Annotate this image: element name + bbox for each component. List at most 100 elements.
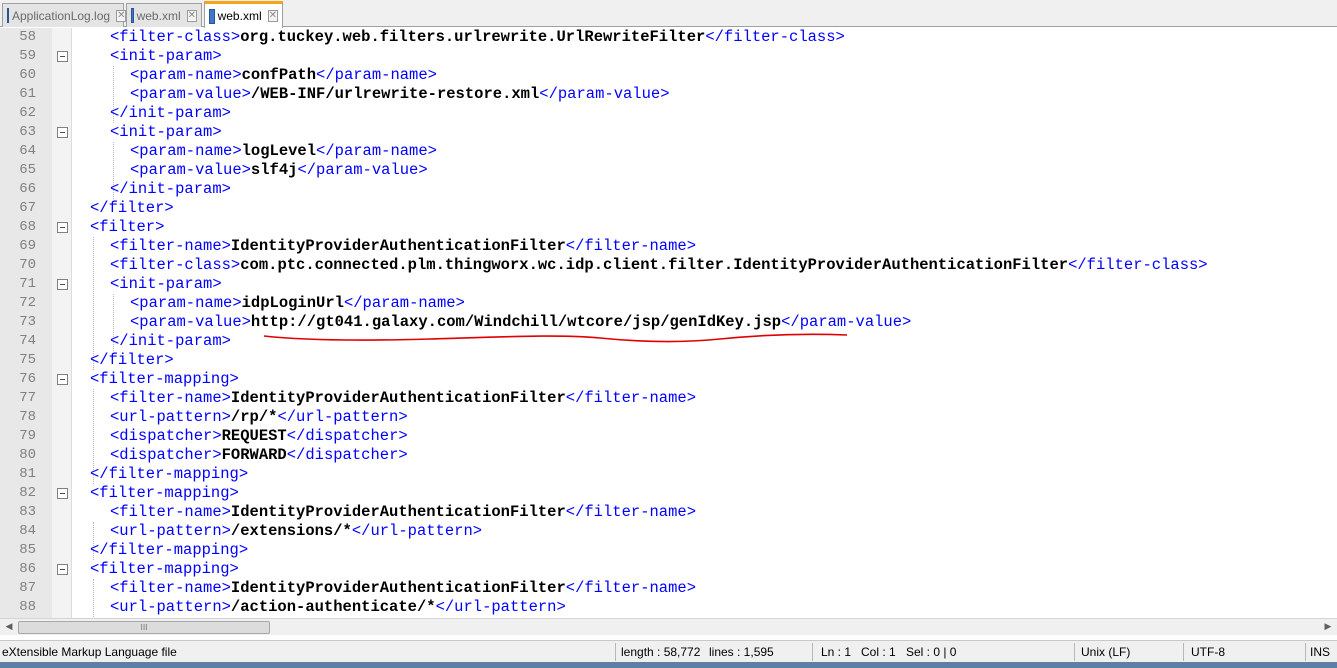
- code-line[interactable]: 73 <param-value>http://gt041.galaxy.com/W…: [0, 313, 1337, 332]
- code-text: <filter-name>IdentityProviderAuthenticat…: [110, 503, 696, 522]
- code-text: </filter-mapping>: [90, 465, 248, 484]
- fold-toggle-icon[interactable]: [57, 279, 68, 290]
- fold-toggle-icon[interactable]: [57, 222, 68, 233]
- fold-toggle-icon[interactable]: [57, 127, 68, 138]
- xml-text: FORWARD: [221, 446, 287, 464]
- xml-tag: <param-name>: [130, 142, 242, 160]
- xml-tag: <filter-name>: [110, 503, 231, 521]
- code-text: </init-param>: [110, 332, 231, 351]
- code-line[interactable]: 58 <filter-class>org.tuckey.web.filters.u…: [0, 28, 1337, 47]
- xml-tag: <param-value>: [130, 161, 251, 179]
- code-text: <url-pattern>/action-authenticate/*</url…: [110, 598, 566, 617]
- line-number: 87: [19, 580, 36, 596]
- status-divider: [812, 643, 813, 661]
- code-line[interactable]: 66 </init-param>: [0, 180, 1337, 199]
- xml-tag: <filter-name>: [110, 237, 231, 255]
- xml-text: slf4j: [250, 161, 298, 179]
- file-icon: [209, 8, 215, 24]
- fold-toggle-icon[interactable]: [57, 51, 68, 62]
- arrow-left-icon[interactable]: ◀: [1, 620, 17, 635]
- code-line[interactable]: 67 </filter>: [0, 199, 1337, 218]
- code-line[interactable]: 63 <init-param>: [0, 123, 1337, 142]
- code-line[interactable]: 84 <url-pattern>/extensions/*</url-patter…: [0, 522, 1337, 541]
- line-number: 77: [19, 390, 36, 406]
- line-number: 62: [19, 105, 36, 121]
- code-line[interactable]: 83 <filter-name>IdentityProviderAuthentic…: [0, 503, 1337, 522]
- horizontal-scrollbar[interactable]: ◀ III ▶: [0, 618, 1337, 635]
- xml-tag: <dispatcher>: [110, 446, 222, 464]
- xml-tag: </filter-name>: [565, 237, 697, 255]
- xml-text: IdentityProviderAuthenticationFilter: [230, 237, 566, 255]
- xml-tag: </filter-class>: [1068, 256, 1208, 274]
- code-editor[interactable]: 58 <filter-class>org.tuckey.web.filters.u…: [0, 28, 1337, 618]
- line-number: 78: [19, 409, 36, 425]
- line-number: 72: [19, 295, 36, 311]
- xml-tag: <url-pattern>: [110, 522, 231, 540]
- code-text: <filter-name>IdentityProviderAuthenticat…: [110, 237, 696, 256]
- fold-toggle-icon[interactable]: [57, 374, 68, 385]
- tab-web-xml-1[interactable]: web.xml ✕: [126, 3, 202, 27]
- xml-tag: </filter>: [90, 199, 174, 217]
- close-icon[interactable]: ✕: [186, 9, 197, 22]
- status-divider: [1305, 643, 1306, 661]
- code-line[interactable]: 82 <filter-mapping>: [0, 484, 1337, 503]
- arrow-right-icon[interactable]: ▶: [1320, 620, 1336, 635]
- line-number: 83: [19, 504, 36, 520]
- line-number: 84: [19, 523, 36, 539]
- xml-tag: <url-pattern>: [110, 408, 231, 426]
- code-line[interactable]: 88 <url-pattern>/action-authenticate/*</u…: [0, 598, 1337, 617]
- file-icon: [7, 8, 9, 23]
- xml-text: /action-authenticate/*: [230, 598, 436, 616]
- code-line[interactable]: 75 </filter>: [0, 351, 1337, 370]
- code-line[interactable]: 60 <param-name>confPath</param-name>: [0, 66, 1337, 85]
- scrollbar-thumb[interactable]: III: [18, 621, 270, 634]
- code-text: </filter>: [90, 199, 174, 218]
- code-line[interactable]: 85 </filter-mapping>: [0, 541, 1337, 560]
- code-line[interactable]: 59 <init-param>: [0, 47, 1337, 66]
- line-number: 79: [19, 428, 36, 444]
- code-line[interactable]: 61 <param-value>/WEB-INF/urlrewrite-resto…: [0, 85, 1337, 104]
- status-file-type: eXtensible Markup Language file: [2, 645, 177, 659]
- code-line[interactable]: 80 <dispatcher>FORWARD</dispatcher>: [0, 446, 1337, 465]
- code-line[interactable]: 77 <filter-name>IdentityProviderAuthentic…: [0, 389, 1337, 408]
- status-encoding: UTF-8: [1191, 645, 1225, 659]
- xml-text: IdentityProviderAuthenticationFilter: [230, 389, 566, 407]
- code-line[interactable]: 87 <filter-name>IdentityProviderAuthentic…: [0, 579, 1337, 598]
- code-text: <filter-class>com.ptc.connected.plm.thin…: [110, 256, 1208, 275]
- status-mode: INS: [1310, 645, 1331, 659]
- tab-web-xml-2[interactable]: web.xml ✕: [204, 1, 283, 28]
- code-line[interactable]: 64 <param-name>logLevel</param-name>: [0, 142, 1337, 161]
- line-number: 73: [19, 314, 36, 330]
- code-line[interactable]: 76 <filter-mapping>: [0, 370, 1337, 389]
- code-line[interactable]: 70 <filter-class>com.ptc.connected.plm.th…: [0, 256, 1337, 275]
- xml-tag: <filter-name>: [110, 389, 231, 407]
- code-line[interactable]: 71 <init-param>: [0, 275, 1337, 294]
- close-icon[interactable]: ✕: [116, 9, 127, 22]
- line-number: 76: [19, 371, 36, 387]
- line-number: 68: [19, 219, 36, 235]
- line-number: 74: [19, 333, 36, 349]
- line-number: 65: [19, 162, 36, 178]
- code-text: </init-param>: [110, 104, 231, 123]
- line-number: 58: [19, 29, 36, 45]
- code-line[interactable]: 81 </filter-mapping>: [0, 465, 1337, 484]
- code-line[interactable]: 65 <param-value>slf4j</param-value>: [0, 161, 1337, 180]
- code-line[interactable]: 72 <param-name>idpLoginUrl</param-name>: [0, 294, 1337, 313]
- fold-toggle-icon[interactable]: [57, 488, 68, 499]
- code-line[interactable]: 78 <url-pattern>/rp/*</url-pattern>: [0, 408, 1337, 427]
- code-line[interactable]: 86 <filter-mapping>: [0, 560, 1337, 579]
- code-text: <filter-class>org.tuckey.web.filters.url…: [110, 28, 845, 47]
- code-line[interactable]: 68 <filter>: [0, 218, 1337, 237]
- code-line[interactable]: 74 </init-param>: [0, 332, 1337, 351]
- code-line[interactable]: 69 <filter-name>IdentityProviderAuthentic…: [0, 237, 1337, 256]
- tab-applicationlog[interactable]: ApplicationLog.log ✕: [2, 3, 127, 27]
- status-bar: eXtensible Markup Language file length :…: [0, 640, 1337, 662]
- xml-tag: <url-pattern>: [110, 598, 231, 616]
- xml-text: confPath: [241, 66, 317, 84]
- close-icon[interactable]: ✕: [267, 10, 278, 22]
- code-line[interactable]: 79 <dispatcher>REQUEST</dispatcher>: [0, 427, 1337, 446]
- tab-bar: ApplicationLog.log ✕ web.xml ✕ web.xml ✕: [0, 0, 1337, 28]
- fold-toggle-icon[interactable]: [57, 564, 68, 575]
- xml-tag: <filter>: [90, 218, 165, 236]
- code-line[interactable]: 62 </init-param>: [0, 104, 1337, 123]
